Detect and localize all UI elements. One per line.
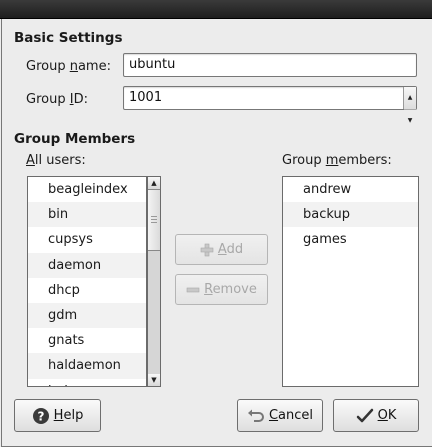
list-item[interactable]: daemon <box>28 252 146 278</box>
remove-button[interactable]: Remove <box>175 274 268 305</box>
window-titlebar <box>0 0 432 19</box>
ok-button-label: OK <box>377 408 397 423</box>
spin-down-icon[interactable]: ▼ <box>404 110 416 132</box>
scrollbar-thumb[interactable] <box>148 189 160 251</box>
group-name-label: Group name: <box>26 59 111 74</box>
list-item[interactable]: backup <box>283 202 418 228</box>
list-item[interactable]: cupsys <box>28 227 146 252</box>
list-item[interactable]: dhcp <box>28 278 146 303</box>
all-users-list[interactable]: beagleindex bin cupsys daemon dhcp gdm gnats ha… <box>27 176 147 387</box>
help-button[interactable]: ? Help <box>14 399 101 432</box>
group-id-label: Group ID: <box>26 92 88 107</box>
list-item[interactable]: gdm <box>28 302 146 329</box>
remove-button-label: Remove <box>204 282 257 297</box>
list-item[interactable]: bin <box>28 202 146 228</box>
svg-text:?: ? <box>37 409 44 423</box>
scroll-down-icon[interactable]: ▼ <box>148 374 160 386</box>
basic-settings-heading: Basic Settings <box>14 30 123 46</box>
group-members-heading: Group Members <box>14 131 136 147</box>
minus-icon <box>186 283 200 297</box>
all-users-scrollbar[interactable]: ▲ ▼ <box>147 176 161 387</box>
list-item[interactable]: gnats <box>28 328 146 353</box>
ok-button[interactable]: OK <box>333 399 419 432</box>
help-icon: ? <box>32 407 50 425</box>
add-button[interactable]: Add <box>175 234 268 265</box>
list-item[interactable]: games <box>283 227 418 252</box>
group-id-spinbox[interactable]: 1001 ▲ ▼ <box>123 86 417 124</box>
list-item[interactable]: hal <box>28 379 146 387</box>
group-id-spin-buttons: ▲ ▼ <box>403 87 416 124</box>
checkmark-icon <box>356 408 374 424</box>
list-item[interactable]: andrew <box>283 177 418 202</box>
group-members-label: Group members: <box>282 153 392 168</box>
cancel-button-label: Cancel <box>268 408 314 423</box>
add-button-label: Add <box>217 242 244 257</box>
group-id-value: 1001 <box>129 90 163 105</box>
group-settings-dialog: Basic Settings Group name: ubuntu Group … <box>1 19 432 447</box>
list-item[interactable]: beagleindex <box>28 177 146 202</box>
cancel-button[interactable]: Cancel <box>237 399 323 432</box>
scroll-up-icon[interactable]: ▲ <box>148 177 160 189</box>
group-members-list[interactable]: andrew backup games <box>282 176 419 387</box>
all-users-label: All users: <box>26 153 86 168</box>
spin-up-icon[interactable]: ▲ <box>404 87 416 110</box>
list-item[interactable]: haldaemon <box>28 353 146 379</box>
group-name-input[interactable]: ubuntu <box>123 53 417 77</box>
undo-icon <box>247 408 265 424</box>
plus-icon <box>200 243 214 257</box>
help-button-label: Help <box>53 408 84 423</box>
